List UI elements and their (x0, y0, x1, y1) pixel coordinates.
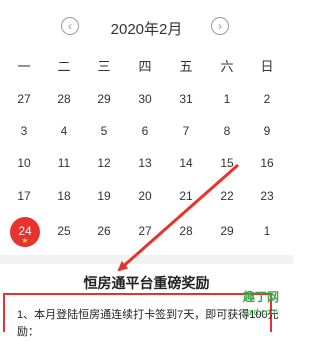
annotation-arrow (117, 163, 239, 272)
watermark-url: qzd.com (243, 307, 278, 317)
arrow-line (117, 163, 239, 272)
watermark: 趣丁网 qzd.com (233, 290, 289, 330)
watermark-text: 趣丁网 (242, 290, 279, 304)
